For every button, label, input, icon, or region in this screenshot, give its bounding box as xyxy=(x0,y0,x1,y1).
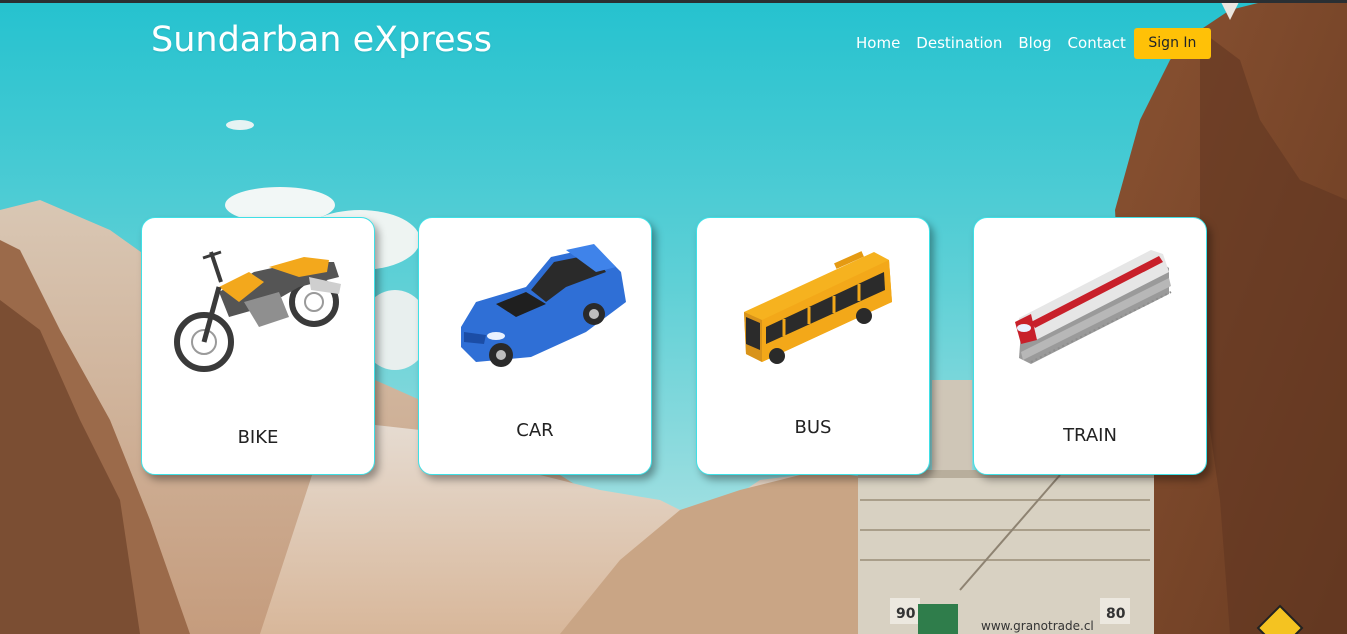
page: 90 80 www.granotrade.cl Sundarban eXpres… xyxy=(0,0,1347,634)
train-icon xyxy=(1015,250,1172,364)
brand-logo[interactable]: Sundarban eXpress xyxy=(151,20,492,60)
card-car[interactable]: CAR xyxy=(418,217,652,475)
car-icon xyxy=(461,244,626,367)
truck-website: www.granotrade.cl xyxy=(981,619,1094,633)
card-label-bus: BUS xyxy=(794,417,832,438)
top-border xyxy=(0,0,1347,3)
main-nav: Home Destination Blog Contact Sign In xyxy=(856,24,1211,62)
card-label-car: CAR xyxy=(516,420,554,441)
nav-contact[interactable]: Contact xyxy=(1068,24,1126,62)
truck-plate-left: 90 xyxy=(896,606,916,622)
nav-blog[interactable]: Blog xyxy=(1018,24,1051,62)
nav-destination[interactable]: Destination xyxy=(916,24,1002,62)
card-bus[interactable]: BUS xyxy=(696,217,930,475)
motorcycle-icon xyxy=(174,250,341,372)
truck-plate-right: 80 xyxy=(1106,606,1126,622)
card-bike[interactable]: BIKE xyxy=(141,217,375,475)
card-label-bike: BIKE xyxy=(237,427,279,448)
card-train[interactable]: TRAIN xyxy=(973,217,1207,475)
nav-home[interactable]: Home xyxy=(856,24,900,62)
card-label-train: TRAIN xyxy=(1063,425,1117,446)
bus-icon xyxy=(744,251,892,364)
sign-in-button[interactable]: Sign In xyxy=(1133,27,1211,59)
